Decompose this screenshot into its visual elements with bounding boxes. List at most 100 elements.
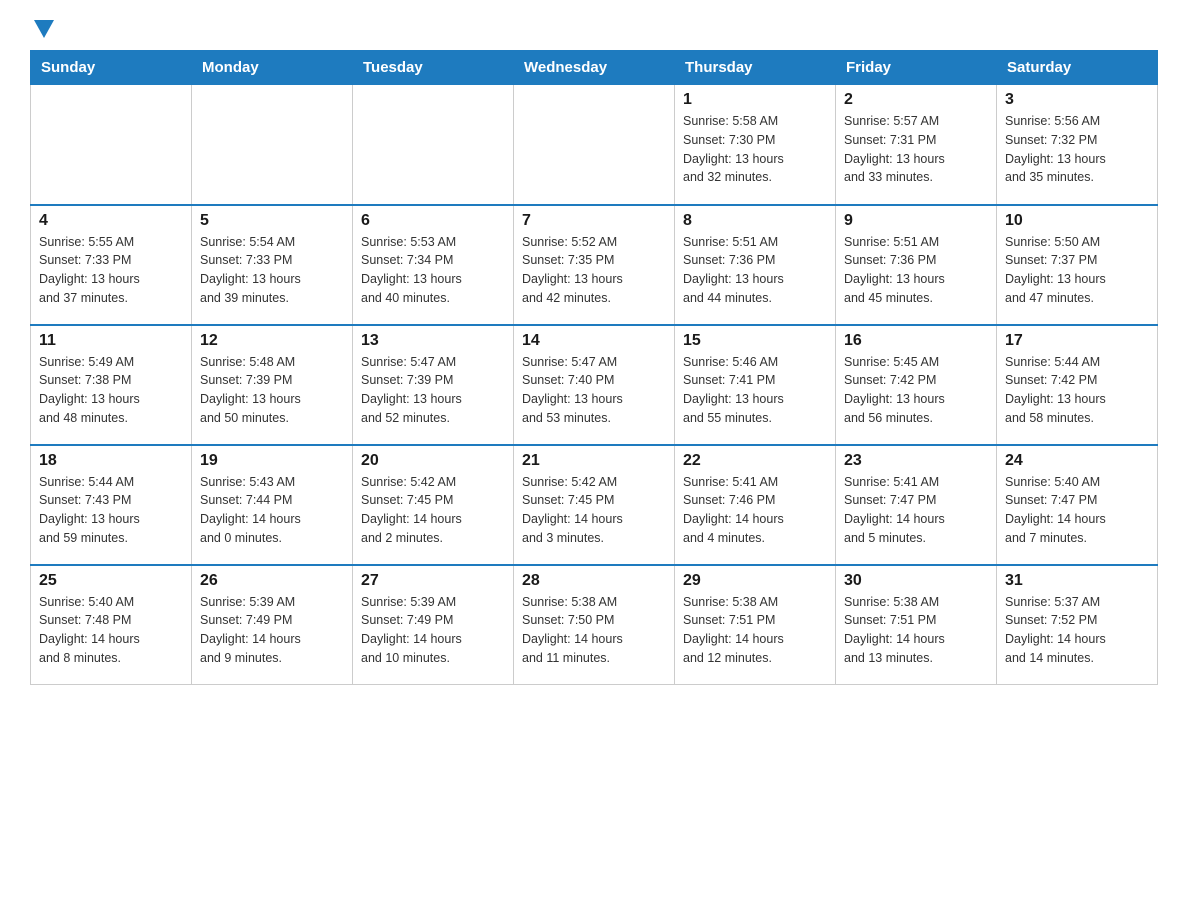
calendar-cell: 30 Sunrise: 5:38 AMSunset: 7:51 PMDayligh… bbox=[836, 565, 997, 685]
calendar-cell: 24 Sunrise: 5:40 AMSunset: 7:47 PMDayligh… bbox=[997, 445, 1158, 565]
day-number: 4 bbox=[39, 212, 183, 230]
day-info: Sunrise: 5:47 AMSunset: 7:40 PMDaylight:… bbox=[522, 353, 666, 428]
calendar-cell: 26 Sunrise: 5:39 AMSunset: 7:49 PMDayligh… bbox=[192, 565, 353, 685]
calendar-cell: 29 Sunrise: 5:38 AMSunset: 7:51 PMDayligh… bbox=[675, 565, 836, 685]
day-info: Sunrise: 5:42 AMSunset: 7:45 PMDaylight:… bbox=[522, 473, 666, 548]
day-number: 8 bbox=[683, 212, 827, 230]
day-number: 31 bbox=[1005, 572, 1149, 590]
day-number: 24 bbox=[1005, 452, 1149, 470]
day-info: Sunrise: 5:58 AMSunset: 7:30 PMDaylight:… bbox=[683, 112, 827, 187]
calendar-week-row: 1 Sunrise: 5:58 AMSunset: 7:30 PMDaylight… bbox=[31, 85, 1158, 205]
day-info: Sunrise: 5:40 AMSunset: 7:48 PMDaylight:… bbox=[39, 593, 183, 668]
calendar-cell: 23 Sunrise: 5:41 AMSunset: 7:47 PMDayligh… bbox=[836, 445, 997, 565]
day-header-friday: Friday bbox=[836, 51, 997, 85]
calendar-cell: 21 Sunrise: 5:42 AMSunset: 7:45 PMDayligh… bbox=[514, 445, 675, 565]
day-info: Sunrise: 5:38 AMSunset: 7:51 PMDaylight:… bbox=[683, 593, 827, 668]
calendar-cell bbox=[192, 85, 353, 205]
day-info: Sunrise: 5:45 AMSunset: 7:42 PMDaylight:… bbox=[844, 353, 988, 428]
day-header-wednesday: Wednesday bbox=[514, 51, 675, 85]
day-number: 18 bbox=[39, 452, 183, 470]
day-info: Sunrise: 5:39 AMSunset: 7:49 PMDaylight:… bbox=[200, 593, 344, 668]
day-info: Sunrise: 5:40 AMSunset: 7:47 PMDaylight:… bbox=[1005, 473, 1149, 548]
day-number: 26 bbox=[200, 572, 344, 590]
day-number: 25 bbox=[39, 572, 183, 590]
calendar-cell: 28 Sunrise: 5:38 AMSunset: 7:50 PMDayligh… bbox=[514, 565, 675, 685]
day-number: 3 bbox=[1005, 91, 1149, 109]
calendar-cell: 7 Sunrise: 5:52 AMSunset: 7:35 PMDaylight… bbox=[514, 205, 675, 325]
day-number: 27 bbox=[361, 572, 505, 590]
day-number: 29 bbox=[683, 572, 827, 590]
calendar-cell: 20Sunrise: 5:42 AMSunset: 7:45 PMDayligh… bbox=[353, 445, 514, 565]
calendar-week-row: 25 Sunrise: 5:40 AMSunset: 7:48 PMDayligh… bbox=[31, 565, 1158, 685]
day-number: 1 bbox=[683, 91, 827, 109]
day-info: Sunrise: 5:54 AMSunset: 7:33 PMDaylight:… bbox=[200, 233, 344, 308]
day-header-sunday: Sunday bbox=[31, 51, 192, 85]
day-number: 14 bbox=[522, 332, 666, 350]
day-number: 23 bbox=[844, 452, 988, 470]
calendar-cell: 17Sunrise: 5:44 AMSunset: 7:42 PMDayligh… bbox=[997, 325, 1158, 445]
day-info: Sunrise: 5:37 AMSunset: 7:52 PMDaylight:… bbox=[1005, 593, 1149, 668]
calendar-cell: 18 Sunrise: 5:44 AMSunset: 7:43 PMDayligh… bbox=[31, 445, 192, 565]
calendar-week-row: 11 Sunrise: 5:49 AMSunset: 7:38 PMDayligh… bbox=[31, 325, 1158, 445]
logo bbox=[30, 20, 54, 34]
day-number: 15 bbox=[683, 332, 827, 350]
day-header-saturday: Saturday bbox=[997, 51, 1158, 85]
calendar-cell: 14 Sunrise: 5:47 AMSunset: 7:40 PMDayligh… bbox=[514, 325, 675, 445]
day-info: Sunrise: 5:41 AMSunset: 7:47 PMDaylight:… bbox=[844, 473, 988, 548]
day-info: Sunrise: 5:46 AMSunset: 7:41 PMDaylight:… bbox=[683, 353, 827, 428]
logo-triangle-icon bbox=[34, 20, 54, 38]
calendar-cell: 6 Sunrise: 5:53 AMSunset: 7:34 PMDaylight… bbox=[353, 205, 514, 325]
day-header-tuesday: Tuesday bbox=[353, 51, 514, 85]
day-info: Sunrise: 5:38 AMSunset: 7:51 PMDaylight:… bbox=[844, 593, 988, 668]
day-info: Sunrise: 5:39 AMSunset: 7:49 PMDaylight:… bbox=[361, 593, 505, 668]
calendar-cell: 15 Sunrise: 5:46 AMSunset: 7:41 PMDayligh… bbox=[675, 325, 836, 445]
day-info: Sunrise: 5:47 AMSunset: 7:39 PMDaylight:… bbox=[361, 353, 505, 428]
calendar-cell: 4 Sunrise: 5:55 AMSunset: 7:33 PMDaylight… bbox=[31, 205, 192, 325]
calendar-week-row: 18 Sunrise: 5:44 AMSunset: 7:43 PMDayligh… bbox=[31, 445, 1158, 565]
day-number: 11 bbox=[39, 332, 183, 350]
day-number: 7 bbox=[522, 212, 666, 230]
day-info: Sunrise: 5:41 AMSunset: 7:46 PMDaylight:… bbox=[683, 473, 827, 548]
day-info: Sunrise: 5:50 AMSunset: 7:37 PMDaylight:… bbox=[1005, 233, 1149, 308]
day-number: 2 bbox=[844, 91, 988, 109]
calendar-cell: 9 Sunrise: 5:51 AMSunset: 7:36 PMDaylight… bbox=[836, 205, 997, 325]
day-number: 5 bbox=[200, 212, 344, 230]
day-number: 28 bbox=[522, 572, 666, 590]
calendar-cell: 25 Sunrise: 5:40 AMSunset: 7:48 PMDayligh… bbox=[31, 565, 192, 685]
day-number: 16 bbox=[844, 332, 988, 350]
day-number: 9 bbox=[844, 212, 988, 230]
calendar-cell bbox=[31, 85, 192, 205]
calendar-cell: 19Sunrise: 5:43 AMSunset: 7:44 PMDayligh… bbox=[192, 445, 353, 565]
day-number: 30 bbox=[844, 572, 988, 590]
calendar-week-row: 4 Sunrise: 5:55 AMSunset: 7:33 PMDaylight… bbox=[31, 205, 1158, 325]
day-info: Sunrise: 5:48 AMSunset: 7:39 PMDaylight:… bbox=[200, 353, 344, 428]
day-number: 20 bbox=[361, 452, 505, 470]
day-info: Sunrise: 5:52 AMSunset: 7:35 PMDaylight:… bbox=[522, 233, 666, 308]
calendar-cell: 22 Sunrise: 5:41 AMSunset: 7:46 PMDayligh… bbox=[675, 445, 836, 565]
calendar-cell: 16 Sunrise: 5:45 AMSunset: 7:42 PMDayligh… bbox=[836, 325, 997, 445]
day-info: Sunrise: 5:57 AMSunset: 7:31 PMDaylight:… bbox=[844, 112, 988, 187]
day-info: Sunrise: 5:49 AMSunset: 7:38 PMDaylight:… bbox=[39, 353, 183, 428]
calendar-cell: 13 Sunrise: 5:47 AMSunset: 7:39 PMDayligh… bbox=[353, 325, 514, 445]
day-info: Sunrise: 5:44 AMSunset: 7:42 PMDaylight:… bbox=[1005, 353, 1149, 428]
day-number: 12 bbox=[200, 332, 344, 350]
day-number: 13 bbox=[361, 332, 505, 350]
day-info: Sunrise: 5:44 AMSunset: 7:43 PMDaylight:… bbox=[39, 473, 183, 548]
calendar-cell: 31 Sunrise: 5:37 AMSunset: 7:52 PMDayligh… bbox=[997, 565, 1158, 685]
day-info: Sunrise: 5:53 AMSunset: 7:34 PMDaylight:… bbox=[361, 233, 505, 308]
day-number: 21 bbox=[522, 452, 666, 470]
day-header-monday: Monday bbox=[192, 51, 353, 85]
day-number: 10 bbox=[1005, 212, 1149, 230]
page-header bbox=[30, 20, 1158, 34]
day-number: 6 bbox=[361, 212, 505, 230]
calendar-table: SundayMondayTuesdayWednesdayThursdayFrid… bbox=[30, 50, 1158, 685]
calendar-header-row: SundayMondayTuesdayWednesdayThursdayFrid… bbox=[31, 51, 1158, 85]
calendar-cell: 10 Sunrise: 5:50 AMSunset: 7:37 PMDayligh… bbox=[997, 205, 1158, 325]
day-info: Sunrise: 5:38 AMSunset: 7:50 PMDaylight:… bbox=[522, 593, 666, 668]
day-info: Sunrise: 5:55 AMSunset: 7:33 PMDaylight:… bbox=[39, 233, 183, 308]
day-info: Sunrise: 5:51 AMSunset: 7:36 PMDaylight:… bbox=[844, 233, 988, 308]
calendar-cell: 5 Sunrise: 5:54 AMSunset: 7:33 PMDaylight… bbox=[192, 205, 353, 325]
calendar-cell bbox=[353, 85, 514, 205]
day-number: 22 bbox=[683, 452, 827, 470]
day-info: Sunrise: 5:56 AMSunset: 7:32 PMDaylight:… bbox=[1005, 112, 1149, 187]
